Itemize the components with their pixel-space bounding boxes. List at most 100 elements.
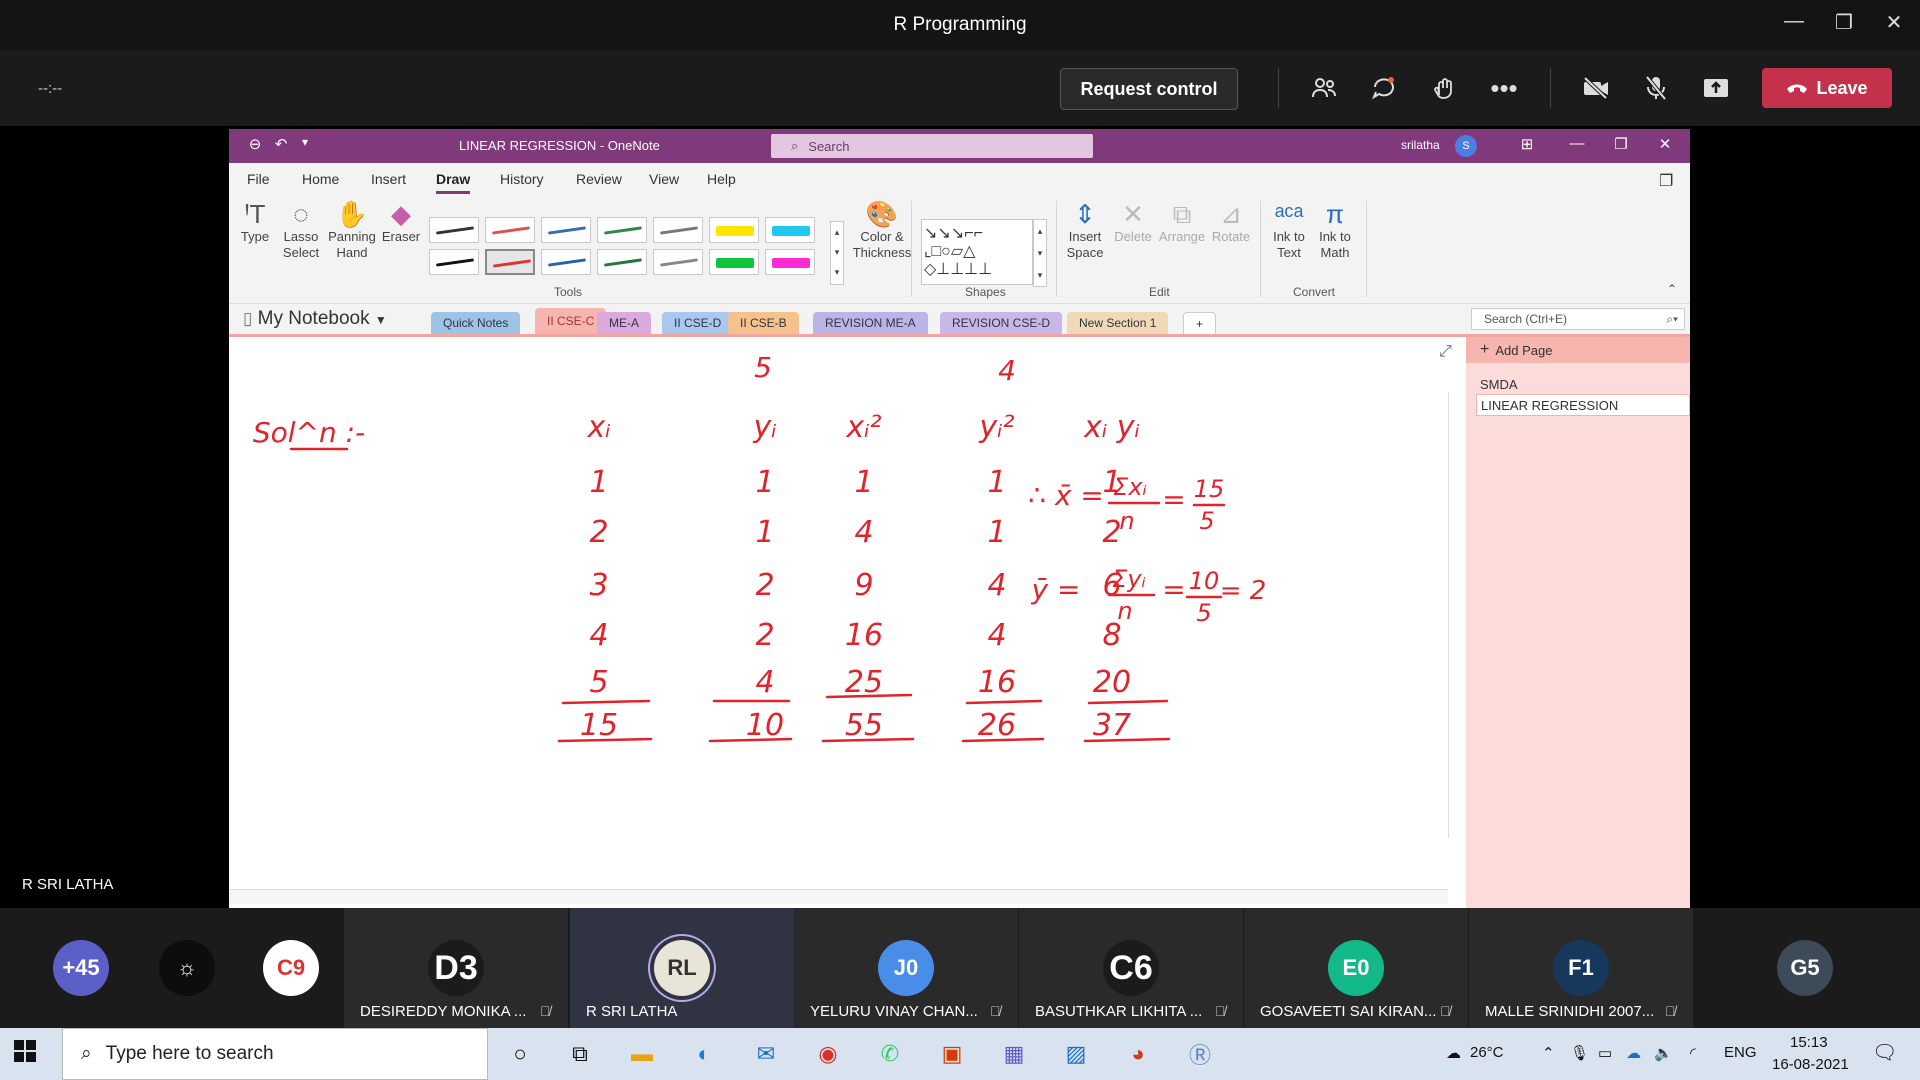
lasso-select-tool[interactable]: ◌ Lasso Select <box>281 199 321 261</box>
section-tab[interactable]: Quick Notes <box>431 312 521 334</box>
delete-button[interactable]: ✕ Delete <box>1113 199 1153 245</box>
edge-icon[interactable]: ◐ <box>686 1038 722 1070</box>
section-tab[interactable]: New Section 1 <box>1067 312 1169 334</box>
teams-icon[interactable]: ▦ <box>996 1038 1032 1070</box>
section-tab[interactable]: REVISION ME-A <box>813 312 928 334</box>
mic-off-icon[interactable] <box>1636 70 1676 106</box>
onedrive-icon[interactable]: ☁ <box>1626 1044 1641 1062</box>
user-name[interactable]: srilatha <box>1401 138 1440 152</box>
pen-swatch[interactable] <box>765 249 815 275</box>
close-icon[interactable]: ✕ <box>1653 135 1677 153</box>
pen-swatch[interactable] <box>709 217 759 243</box>
customize-qat-icon[interactable]: ▾ <box>293 135 317 149</box>
office-icon[interactable]: ▣ <box>934 1038 970 1070</box>
language-indicator[interactable]: ENG <box>1724 1044 1757 1061</box>
pen-gallery-scroll[interactable]: ▴ ▾ ▾ <box>830 221 844 285</box>
clock-date[interactable]: 16-08-2021 <box>1772 1056 1849 1073</box>
arrange-button[interactable]: ⧉ Arrange <box>1157 199 1207 245</box>
section-tab[interactable]: REVISION CSE-D <box>940 312 1063 334</box>
task-view-icon[interactable]: ⧉ <box>562 1038 598 1070</box>
participant-tile[interactable]: ☼ <box>137 908 237 1028</box>
clock-time[interactable]: 15:13 <box>1790 1034 1828 1051</box>
notebook-view-icon[interactable]: ❐ <box>1659 171 1673 191</box>
rotate-button[interactable]: ⊿ Rotate <box>1209 199 1253 245</box>
r-app-icon[interactable]: Ⓡ <box>1182 1038 1218 1070</box>
chevron-up-icon[interactable]: ⌃ <box>1542 1044 1555 1062</box>
chat-icon[interactable] <box>1364 70 1404 106</box>
weather-temp[interactable]: 26°C <box>1470 1044 1504 1061</box>
more-options-icon[interactable]: ••• <box>1484 70 1524 106</box>
tab-review[interactable]: Review <box>576 171 622 187</box>
pen-swatch[interactable] <box>765 217 815 243</box>
undo-icon[interactable]: ↶ <box>269 135 293 153</box>
horizontal-scrollbar[interactable] <box>229 889 1448 904</box>
page-canvas[interactable]: ⤢ 5 4 Sol^n :- xᵢ yᵢ xᵢ² yᵢ² xᵢ yᵢ 1 1 1 1 1 2 1 4 1 2 3 2 9… <box>229 334 1679 908</box>
color-thickness-button[interactable]: 🎨 Color & Thickness <box>845 199 919 261</box>
page-item-linear-regression[interactable]: LINEAR REGRESSION <box>1476 394 1690 416</box>
minimize-icon[interactable]: — <box>1774 10 1814 33</box>
weather-icon[interactable]: ☁ <box>1446 1044 1461 1062</box>
section-tab[interactable]: II CSE-C <box>535 308 607 334</box>
whatsapp-icon[interactable]: ✆ <box>872 1038 908 1070</box>
participant-tile[interactable]: C9 <box>241 908 341 1028</box>
cortana-icon[interactable]: ○ <box>502 1038 538 1070</box>
expand-page-icon[interactable]: ⤢ <box>1439 343 1452 361</box>
participant-tile[interactable]: G5 <box>1755 908 1855 1028</box>
participant-tile[interactable]: C6 BASUTHKAR LIKHITA ... 🎙̸ <box>1019 908 1243 1028</box>
participant-tile[interactable]: +45 <box>31 908 131 1028</box>
tab-history[interactable]: History <box>500 171 544 187</box>
section-tab[interactable]: ME-A <box>597 312 651 334</box>
tab-help[interactable]: Help <box>707 171 736 187</box>
participant-tile[interactable]: D3 DESIREDDY MONIKA ... 🎙̸ <box>344 908 568 1028</box>
file-explorer-icon[interactable]: ▬ <box>624 1038 660 1070</box>
pen-swatch[interactable] <box>485 217 535 243</box>
battery-icon[interactable]: ▭ <box>1598 1044 1612 1062</box>
section-tab[interactable]: II CSE-B <box>728 312 799 334</box>
pen-swatch[interactable] <box>653 249 703 275</box>
vertical-scrollbar[interactable] <box>1448 392 1461 838</box>
participant-tile[interactable]: E0 GOSAVEETI SAI KIRAN... 🎙̸ <box>1244 908 1468 1028</box>
request-control-button[interactable]: Request control <box>1060 68 1238 110</box>
camera-off-icon[interactable] <box>1576 70 1616 106</box>
add-page-button[interactable]: + Add Page <box>1466 337 1690 363</box>
restore-icon[interactable]: ❐ <box>1824 10 1864 35</box>
participant-tile[interactable]: F1 MALLE SRINIDHI 2007... 🎙̸ <box>1469 908 1693 1028</box>
collapse-ribbon-icon[interactable]: ⌃ <box>1667 281 1677 297</box>
panning-hand-tool[interactable]: ✋ Panning Hand <box>327 199 377 261</box>
section-tab[interactable]: II CSE-D <box>662 312 734 334</box>
wifi-icon[interactable]: ◜ <box>1690 1044 1696 1062</box>
shapes-gallery[interactable]: ↘↘↘⌐⌐ ⌞□○▱△ ◇⊥⊥⊥⊥ <box>921 219 1033 285</box>
type-tool[interactable]: ꞋT Type <box>239 199 271 245</box>
chrome-icon[interactable]: ◉ <box>810 1038 846 1070</box>
insert-space-button[interactable]: ⇕ Insert Space <box>1065 199 1105 261</box>
participant-tile[interactable]: RL R SRI LATHA <box>570 908 794 1028</box>
powerpoint-icon[interactable]: ◕ <box>1120 1038 1156 1070</box>
mail-icon[interactable]: ✉ <box>748 1038 784 1070</box>
leave-button[interactable]: Leave <box>1762 68 1892 108</box>
minimize-icon[interactable]: — <box>1565 135 1589 152</box>
notebook-picker[interactable]: ▯ My Notebook ▼ <box>243 308 387 330</box>
page-item-smda[interactable]: SMDA <box>1476 373 1690 395</box>
tab-view[interactable]: View <box>649 171 679 187</box>
ribbon-display-icon[interactable]: ⊞ <box>1515 135 1539 153</box>
tab-home[interactable]: Home <box>302 171 339 187</box>
ink-to-text-button[interactable]: ᵃᶜᵃ Ink to Text <box>1269 199 1309 261</box>
back-icon[interactable]: ⊖ <box>243 135 267 153</box>
tab-insert[interactable]: Insert <box>371 171 406 187</box>
add-section-button[interactable]: + <box>1183 312 1217 336</box>
windows-start-icon[interactable] <box>14 1040 36 1069</box>
pen-swatch[interactable] <box>429 217 479 243</box>
tab-file[interactable]: File <box>247 171 270 187</box>
participant-tile[interactable]: J0 YELURU VINAY CHAN... 🎙̸ <box>794 908 1018 1028</box>
photos-icon[interactable]: ▨ <box>1058 1038 1094 1070</box>
eraser-tool[interactable]: ◆ Eraser <box>381 199 421 245</box>
share-screen-icon[interactable] <box>1696 70 1736 106</box>
section-search[interactable]: Search (Ctrl+E) ⌕▾ <box>1471 308 1685 330</box>
restore-icon[interactable]: ❐ <box>1609 135 1633 153</box>
pen-swatch[interactable] <box>597 249 647 275</box>
close-icon[interactable]: ✕ <box>1874 10 1914 35</box>
shapes-gallery-scroll[interactable]: ▴ ▾ ▾ <box>1033 219 1047 287</box>
reactions-icon[interactable] <box>1424 70 1464 106</box>
pen-swatch[interactable] <box>541 249 591 275</box>
pen-swatch[interactable] <box>597 217 647 243</box>
